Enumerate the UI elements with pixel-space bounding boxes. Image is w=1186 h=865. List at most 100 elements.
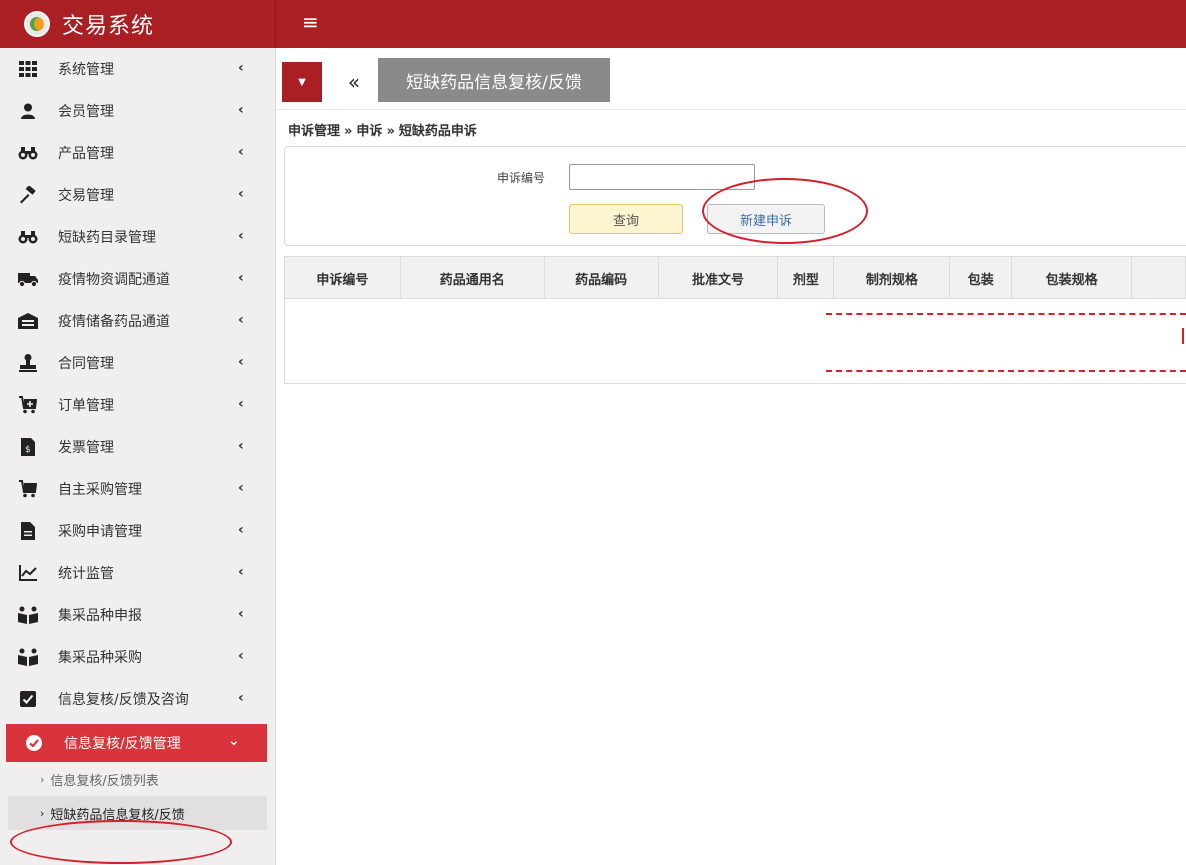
chevron-left-icon: ‹ — [238, 186, 244, 202]
appeal-number-label: 申诉编号 — [497, 171, 546, 185]
annotation-dashed-line — [826, 370, 1186, 372]
chevron-down-icon: ⌄ — [228, 733, 240, 749]
table-column-header[interactable]: 制剂规格 — [834, 257, 951, 299]
breadcrumb-item: 短缺药品申诉 — [398, 124, 477, 139]
logo-area: 交易系统 — [0, 0, 276, 48]
chevron-right-icon: › — [40, 806, 45, 820]
table-column-header[interactable] — [1132, 257, 1186, 299]
sidebar-item-label: 采购申请管理 — [58, 524, 142, 540]
chevron-left-icon: ‹ — [238, 606, 244, 622]
sidebar-item-label: 合同管理 — [58, 356, 114, 372]
sidebar-item[interactable]: 短缺药目录管理 ‹ — [0, 216, 275, 258]
table-column-header[interactable]: 药品通用名 — [401, 257, 545, 299]
breadcrumb-item: 申诉管理 — [288, 124, 341, 139]
sidebar-item-label: 自主采购管理 — [58, 482, 142, 498]
sidebar-item-label: 集采品种申报 — [58, 608, 142, 624]
truck-icon — [18, 269, 38, 289]
sidebar-item[interactable]: $ 发票管理 ‹ — [0, 426, 275, 468]
sidebar-item[interactable]: 自主采购管理 ‹ — [0, 468, 275, 510]
table-header: 申诉编号 药品通用名 药品编码 批准文号 剂型 制剂规格 包装 包装规格 — [285, 257, 1186, 299]
sidebar-item-label: 发票管理 — [58, 440, 114, 456]
sidebar-item[interactable]: 订单管理 ‹ — [0, 384, 275, 426]
sidebar-item-label: 订单管理 — [58, 398, 114, 414]
query-button[interactable]: 查询 — [569, 204, 683, 234]
tab-shortage-review[interactable]: 短缺药品信息复核/反馈 — [378, 58, 610, 102]
breadcrumb-separator: » — [386, 124, 395, 139]
table-column-header[interactable]: 剂型 — [778, 257, 835, 299]
chevron-left-icon: ‹ — [238, 270, 244, 286]
invoice-icon: $ — [18, 437, 38, 457]
sidebar-subitem-review-list[interactable]: › 信息复核/反馈列表 — [0, 762, 275, 796]
gavel-icon — [18, 185, 38, 205]
svg-text:$: $ — [25, 445, 31, 455]
annotation-mark — [1182, 328, 1186, 344]
table-column-header[interactable]: 包装规格 — [1012, 257, 1133, 299]
top-bar: 交易系统 ≡ — [0, 0, 1186, 48]
sidebar-item[interactable]: 集采品种申报 ‹ — [0, 594, 275, 636]
sidebar-item[interactable]: 疫情物资调配通道 ‹ — [0, 258, 275, 300]
sidebar: 系统管理 ‹ 会员管理 ‹ 产品管理 ‹ 交易管理 ‹ 短缺药目录管理 ‹ 疫情物资调配通道 ‹ 疫情储… — [0, 48, 276, 865]
table-column-header[interactable]: 药品编码 — [545, 257, 659, 299]
chevron-left-icon: ‹ — [238, 228, 244, 244]
sidebar-item[interactable]: 合同管理 ‹ — [0, 342, 275, 384]
sidebar-item-label: 产品管理 — [58, 146, 114, 162]
sidebar-item[interactable]: 产品管理 ‹ — [0, 132, 275, 174]
app-root: 交易系统 ≡ 系统管理 ‹ 会员管理 ‹ 产品管理 ‹ 交易管理 ‹ 短缺药目录管理 ‹ 疫情物资调… — [0, 0, 1186, 865]
sidebar-item[interactable]: 系统管理 ‹ — [0, 48, 275, 90]
user-icon — [18, 101, 38, 121]
sidebar-item-label: 统计监管 — [58, 566, 114, 582]
annotation-dashed-line — [826, 313, 1186, 315]
app-title: 交易系统 — [62, 14, 155, 39]
double-chevron-left-icon[interactable]: « — [334, 62, 374, 102]
chevron-left-icon: ‹ — [238, 480, 244, 496]
table-column-header[interactable]: 申诉编号 — [285, 257, 401, 299]
chevron-left-icon: ‹ — [238, 354, 244, 370]
sidebar-item[interactable]: 会员管理 ‹ — [0, 90, 275, 132]
people-book-icon — [18, 605, 38, 625]
file-icon — [18, 521, 38, 541]
grid-icon — [18, 59, 38, 79]
sidebar-item[interactable]: 采购申请管理 ‹ — [0, 510, 275, 552]
chevron-left-icon: ‹ — [238, 648, 244, 664]
annotation-circle — [10, 820, 232, 864]
sidebar-item[interactable]: 信息复核/反馈及咨询 ‹ — [0, 678, 275, 720]
chevron-left-icon: ‹ — [238, 60, 244, 76]
sidebar-item-label: 短缺药目录管理 — [58, 230, 156, 246]
sidebar-item-label: 信息复核/反馈管理 — [64, 736, 181, 752]
chevron-left-icon: ‹ — [238, 690, 244, 706]
hamburger-menu-icon[interactable]: ≡ — [302, 12, 319, 32]
sidebar-item-label: 会员管理 — [58, 104, 114, 120]
cart-plus-icon — [18, 395, 38, 415]
sidebar-item[interactable]: 交易管理 ‹ — [0, 174, 275, 216]
sidebar-subitem-label: 信息复核/反馈列表 — [50, 773, 159, 789]
sidebar-item[interactable]: 统计监管 ‹ — [0, 552, 275, 594]
tab-bar: ▼ « 短缺药品信息复核/反馈 — [276, 48, 1186, 110]
sidebar-item[interactable]: 疫情储备药品通道 ‹ — [0, 300, 275, 342]
sidebar-item-label: 交易管理 — [58, 188, 114, 204]
app-logo-icon — [24, 11, 50, 37]
breadcrumb-item: 申诉 — [356, 124, 383, 139]
tab-dropdown-button[interactable]: ▼ — [282, 62, 322, 102]
breadcrumb-separator: » — [344, 124, 353, 139]
table-column-header[interactable]: 批准文号 — [659, 257, 779, 299]
check-circle-icon — [24, 733, 44, 753]
binoculars-icon — [18, 227, 38, 247]
warehouse-icon — [18, 311, 38, 331]
people-book-icon — [18, 647, 38, 667]
appeal-table: 申诉编号 药品通用名 药品编码 批准文号 剂型 制剂规格 包装 包装规格 — [284, 256, 1186, 384]
check-square-icon — [18, 689, 38, 709]
binoculars-icon — [18, 143, 38, 163]
sidebar-item-label: 集采品种采购 — [58, 650, 142, 666]
sidebar-item-active[interactable]: 信息复核/反馈管理 ⌄ — [6, 724, 267, 762]
breadcrumb: 申诉管理» 申诉» 短缺药品申诉 — [288, 120, 477, 139]
chevron-left-icon: ‹ — [238, 396, 244, 412]
sidebar-nav: 系统管理 ‹ 会员管理 ‹ 产品管理 ‹ 交易管理 ‹ 短缺药目录管理 ‹ 疫情物资调配通道 ‹ 疫情储… — [0, 48, 275, 720]
table-column-header[interactable]: 包装 — [950, 257, 1013, 299]
annotation-circle — [702, 178, 868, 244]
chevron-left-icon: ‹ — [238, 144, 244, 160]
chevron-left-icon: ‹ — [238, 312, 244, 328]
sidebar-item[interactable]: 集采品种采购 ‹ — [0, 636, 275, 678]
chevron-left-icon: ‹ — [238, 564, 244, 580]
sidebar-item-label: 疫情物资调配通道 — [58, 272, 170, 288]
sidebar-item-label: 疫情储备药品通道 — [58, 314, 170, 330]
